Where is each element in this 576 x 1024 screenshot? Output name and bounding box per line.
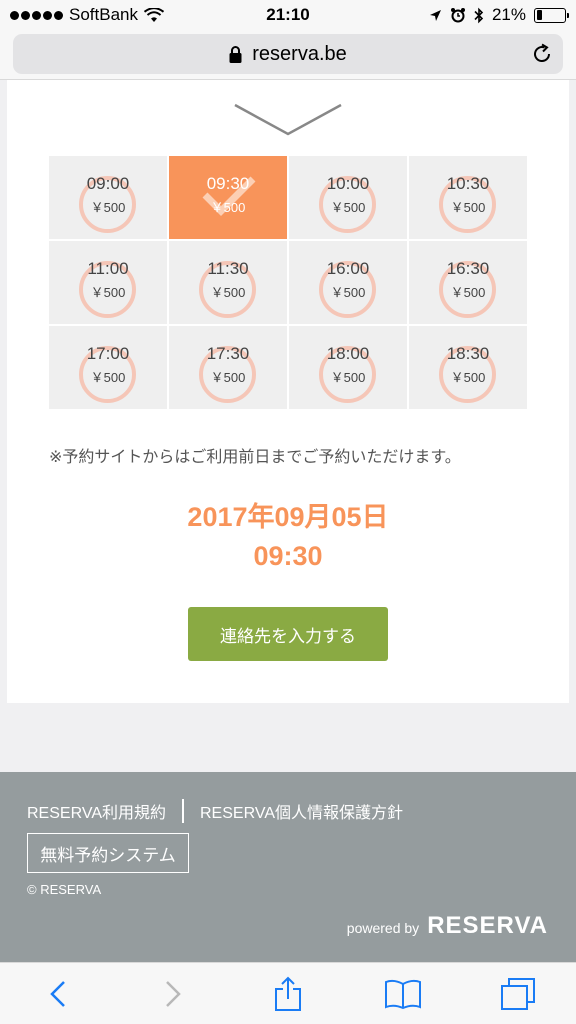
slot-time: 11:30 xyxy=(207,258,249,278)
slot-time: 17:00 xyxy=(86,343,130,363)
slot-time: 16:00 xyxy=(326,258,370,278)
wifi-icon xyxy=(144,7,164,22)
forward-icon xyxy=(165,980,181,1007)
powered-by-label: powered by xyxy=(346,920,420,936)
time-slot[interactable]: 17:00 ￥500 xyxy=(49,326,167,409)
status-bar: SoftBank 21:10 21% xyxy=(0,0,576,30)
share-button[interactable] xyxy=(263,969,313,1019)
lock-icon xyxy=(229,45,242,63)
time-slot[interactable]: 16:30 ￥500 xyxy=(409,241,527,324)
slot-time: 18:30 xyxy=(446,343,490,363)
tabs-button[interactable] xyxy=(493,969,543,1019)
time-slot[interactable]: 09:30 ￥500 xyxy=(169,156,287,239)
time-slot[interactable]: 18:30 ￥500 xyxy=(409,326,527,409)
battery-icon xyxy=(534,7,569,23)
slot-price: ￥500 xyxy=(90,284,126,300)
slot-time: 16:30 xyxy=(446,258,490,278)
url-text: reserva.be xyxy=(252,42,347,65)
slot-price: ￥500 xyxy=(450,284,486,300)
chevron-down-icon[interactable] xyxy=(232,102,344,138)
selected-time: 09:30 xyxy=(253,541,323,571)
time-slot-grid: 09:00 ￥500 09:30 ￥500 10:00 ￥500 10:30 ￥500 11:0… xyxy=(49,156,527,409)
enter-contact-button[interactable]: 連絡先を入力する xyxy=(188,607,388,661)
share-icon xyxy=(274,976,301,1011)
forward-button[interactable] xyxy=(148,969,198,1019)
footer-divider xyxy=(182,799,184,823)
bookmarks-icon xyxy=(385,979,422,1009)
safari-toolbar xyxy=(0,962,576,1024)
copyright: © RESERVA xyxy=(27,882,102,897)
slot-price: ￥500 xyxy=(330,369,366,385)
time-slot[interactable]: 17:30 ￥500 xyxy=(169,326,287,409)
slot-time: 09:30 xyxy=(206,173,250,193)
carrier-label: SoftBank xyxy=(69,5,138,24)
powered-by[interactable]: powered by RESERVA xyxy=(347,912,548,940)
slot-price: ￥500 xyxy=(210,284,246,300)
bookmarks-button[interactable] xyxy=(378,969,428,1019)
footer: RESERVA利用規約 RESERVA個人情報保護方針 無料予約システム © R… xyxy=(0,772,576,962)
battery-percent: 21% xyxy=(491,5,526,24)
back-button[interactable] xyxy=(33,969,83,1019)
bluetooth-icon xyxy=(474,7,484,23)
time-slot[interactable]: 10:30 ￥500 xyxy=(409,156,527,239)
time-slot[interactable]: 11:30 ￥500 xyxy=(169,241,287,324)
slot-price: ￥500 xyxy=(210,199,246,215)
location-arrow-icon xyxy=(429,9,441,21)
slot-time: 18:00 xyxy=(326,343,370,363)
slot-time: 09:00 xyxy=(86,173,130,193)
time-slot[interactable]: 11:00 ￥500 xyxy=(49,241,167,324)
time-slot[interactable]: 10:00 ￥500 xyxy=(289,156,407,239)
privacy-link[interactable]: RESERVA個人情報保護方針 xyxy=(200,799,403,823)
back-icon xyxy=(49,980,65,1007)
reload-icon[interactable] xyxy=(531,43,553,65)
clock: 21:10 xyxy=(266,5,310,24)
slot-price: ￥500 xyxy=(90,199,126,215)
selected-date: 2017年09月05日 xyxy=(187,502,389,532)
browser-address-area: reserva.be xyxy=(0,30,576,80)
slot-time: 10:30 xyxy=(446,173,490,193)
time-slot[interactable]: 16:00 ￥500 xyxy=(289,241,407,324)
slot-time: 17:30 xyxy=(206,343,250,363)
signal-dots-icon xyxy=(10,10,63,20)
slot-time: 10:00 xyxy=(326,173,370,193)
slot-price: ￥500 xyxy=(90,369,126,385)
slot-price: ￥500 xyxy=(450,199,486,215)
slot-price: ￥500 xyxy=(210,369,246,385)
slot-price: ￥500 xyxy=(450,369,486,385)
reservation-note: ※予約サイトからはご利用前日までご予約いただけます。 xyxy=(49,449,461,466)
address-bar[interactable]: reserva.be xyxy=(13,34,563,74)
time-slot[interactable]: 18:00 ￥500 xyxy=(289,326,407,409)
reserva-logo: RESERVA xyxy=(427,912,548,939)
tabs-icon xyxy=(501,977,536,1010)
slot-price: ￥500 xyxy=(330,199,366,215)
time-slot[interactable]: 09:00 ￥500 xyxy=(49,156,167,239)
battery-fill xyxy=(536,10,543,20)
terms-link[interactable]: RESERVA利用規約 xyxy=(27,799,166,823)
slot-price: ￥500 xyxy=(330,284,366,300)
alarm-icon xyxy=(450,8,465,23)
reservation-card: 09:00 ￥500 09:30 ￥500 10:00 ￥500 10:30 ￥500 11:0… xyxy=(7,80,569,703)
free-reservation-badge[interactable]: 無料予約システム xyxy=(27,833,189,873)
slot-time: 11:00 xyxy=(87,258,129,278)
